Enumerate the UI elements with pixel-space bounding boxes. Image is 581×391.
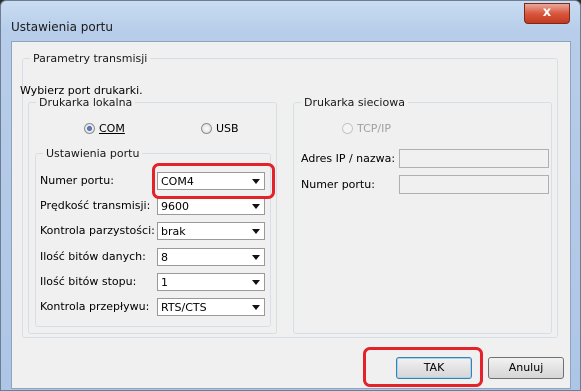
network-port-input[interactable] xyxy=(399,175,549,194)
com-radio[interactable] xyxy=(84,123,95,134)
tcpip-radio-label[interactable]: TCP/IP xyxy=(357,122,391,135)
ok-button-highlight xyxy=(363,347,483,387)
stop-bits-select[interactable]: 1 xyxy=(157,273,265,291)
baud-rate-select[interactable]: 9600 xyxy=(157,197,265,215)
close-button[interactable]: x xyxy=(524,3,570,24)
tcpip-radio[interactable] xyxy=(342,123,353,134)
usb-radio[interactable] xyxy=(201,123,212,134)
chevron-down-icon xyxy=(252,204,260,209)
port-number-highlight xyxy=(152,163,275,199)
window-title: Ustawienia portu xyxy=(11,20,113,34)
chevron-down-icon xyxy=(252,255,260,260)
dialog-client-area: Parametry transmisji Wybierz port drukar… xyxy=(11,41,571,389)
flow-control-value: RTS/CTS xyxy=(161,301,207,314)
baud-rate-label: Prędkość transmisji: xyxy=(40,199,151,212)
parity-label: Kontrola parzystości: xyxy=(40,224,155,237)
chevron-down-icon xyxy=(252,229,260,234)
transmission-legend: Parametry transmisji xyxy=(33,52,148,65)
cancel-button[interactable]: Anuluj xyxy=(488,357,564,379)
data-bits-label: Ilość bitów danych: xyxy=(40,250,146,263)
port-number-label: Numer portu: xyxy=(40,174,114,187)
dialog-window: Ustawienia portu x Parametry transmisji … xyxy=(0,0,581,391)
stop-bits-label: Ilość bitów stopu: xyxy=(40,275,137,288)
network-printer-group: Drukarka sieciowa xyxy=(293,96,552,334)
ip-address-label: Adres IP / nazwa: xyxy=(301,152,396,165)
local-printer-legend: Drukarka lokalna xyxy=(39,96,133,109)
usb-radio-label[interactable]: USB xyxy=(216,122,239,135)
baud-rate-value: 9600 xyxy=(161,200,189,213)
com-radio-label[interactable]: COM xyxy=(99,122,125,135)
chevron-down-icon xyxy=(252,280,260,285)
data-bits-value: 8 xyxy=(161,251,168,264)
ip-address-input[interactable] xyxy=(399,149,549,168)
parity-select[interactable]: brak xyxy=(157,222,265,240)
network-port-label: Numer portu: xyxy=(301,178,375,191)
flow-control-label: Kontrola przepływu: xyxy=(40,300,150,313)
stop-bits-value: 1 xyxy=(161,276,168,289)
port-settings-legend: Ustawienia portu xyxy=(46,147,140,160)
data-bits-select[interactable]: 8 xyxy=(157,248,265,266)
flow-control-select[interactable]: RTS/CTS xyxy=(157,298,265,316)
chevron-down-icon xyxy=(252,305,260,310)
title-bar[interactable]: Ustawienia portu x xyxy=(1,1,580,39)
close-icon: x xyxy=(542,5,552,20)
network-printer-legend: Drukarka sieciowa xyxy=(304,96,405,109)
parity-value: brak xyxy=(161,225,186,238)
